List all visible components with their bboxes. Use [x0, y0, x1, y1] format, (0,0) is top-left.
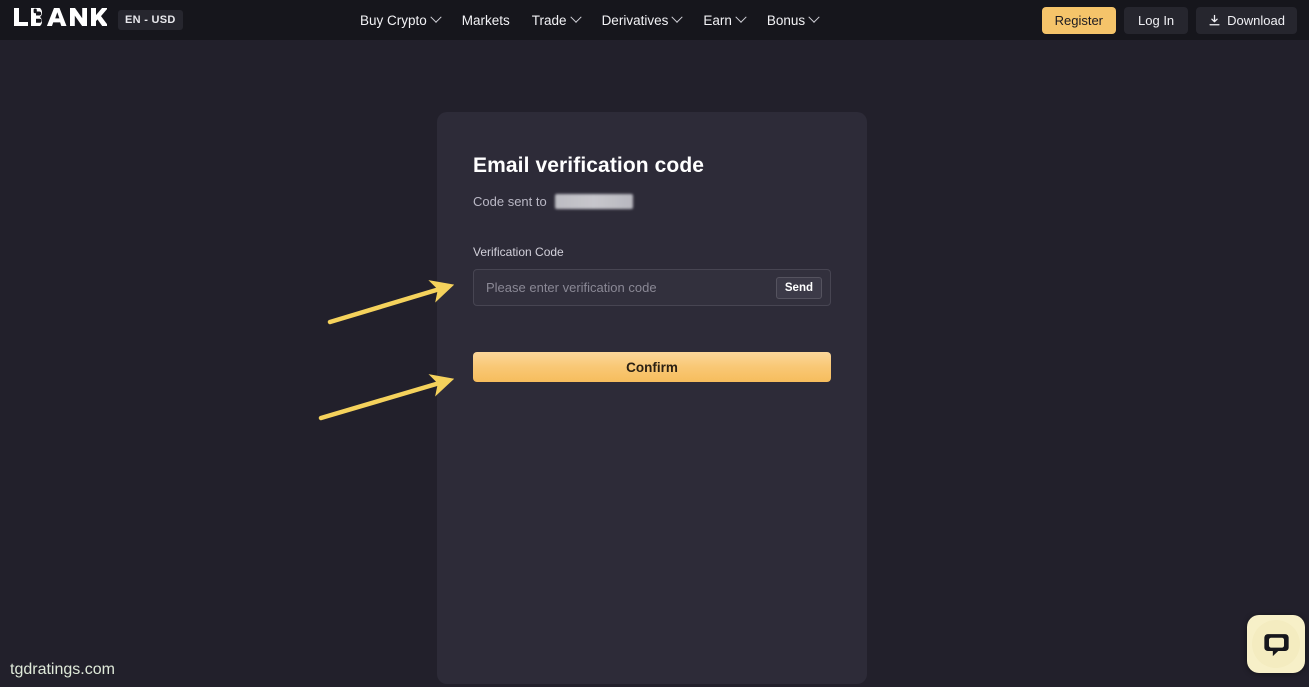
download-icon [1208, 14, 1221, 27]
chevron-down-icon [430, 11, 442, 23]
header-actions: Register Log In Download [1041, 0, 1297, 40]
lbank-logo-icon [14, 8, 109, 26]
nav-label: Trade [531, 12, 567, 28]
nav-label: Markets [461, 12, 510, 28]
chevron-down-icon [808, 11, 820, 23]
nav-item-trade[interactable]: Trade [531, 11, 582, 28]
nav-item-markets[interactable]: Markets [462, 13, 510, 28]
download-label: Download [1227, 12, 1285, 28]
chevron-down-icon [671, 11, 684, 23]
email-verification-card: Email verification code Code sent to Ver… [437, 112, 867, 684]
code-sent-label: Code sent to [473, 194, 547, 209]
nav-item-derivatives[interactable]: Derivatives [601, 11, 684, 28]
watermark: tgdratings.com [10, 661, 115, 678]
chat-bubble-glyph [1263, 633, 1289, 656]
verification-code-label: Verification Code [473, 245, 564, 259]
code-sent-row: Code sent to [473, 194, 831, 209]
nav-label: Bonus [766, 12, 806, 28]
chevron-down-icon [735, 11, 747, 23]
redacted-email-value [554, 194, 633, 209]
nav-label: Buy Crypto [360, 12, 427, 28]
chevron-down-icon [569, 11, 582, 23]
download-button[interactable]: Download [1196, 6, 1297, 34]
verification-code-field[interactable]: Send [473, 269, 831, 306]
language-currency-selector[interactable]: EN - USD [118, 10, 183, 30]
login-button[interactable]: Log In [1124, 6, 1189, 34]
register-button[interactable]: Register [1041, 6, 1117, 34]
nav-label: Derivatives [601, 12, 669, 28]
nav-item-earn[interactable]: Earn [703, 11, 747, 28]
top-navigation-bar: EN - USD Buy Crypto Markets Trade Deriva… [0, 0, 1309, 40]
send-code-button[interactable]: Send [775, 276, 822, 299]
arrow-to-verification-input [327, 280, 455, 325]
main-nav: Buy Crypto Markets Trade Derivatives Ear… [360, 0, 820, 40]
confirm-button[interactable]: Confirm [473, 352, 831, 382]
lbank-logo[interactable] [14, 7, 109, 33]
verification-code-input[interactable] [474, 280, 776, 295]
brand-group: EN - USD [0, 7, 183, 33]
card-content: Email verification code Code sent to Ver… [437, 112, 867, 382]
arrow-to-confirm-button [318, 374, 455, 421]
nav-item-bonus[interactable]: Bonus [766, 11, 820, 28]
live-chat-launcher[interactable] [1247, 615, 1305, 673]
chat-bubble-icon [1252, 620, 1300, 668]
nav-label: Earn [703, 12, 732, 28]
page-title: Email verification code [473, 154, 705, 177]
nav-item-buy-crypto[interactable]: Buy Crypto [360, 11, 442, 28]
